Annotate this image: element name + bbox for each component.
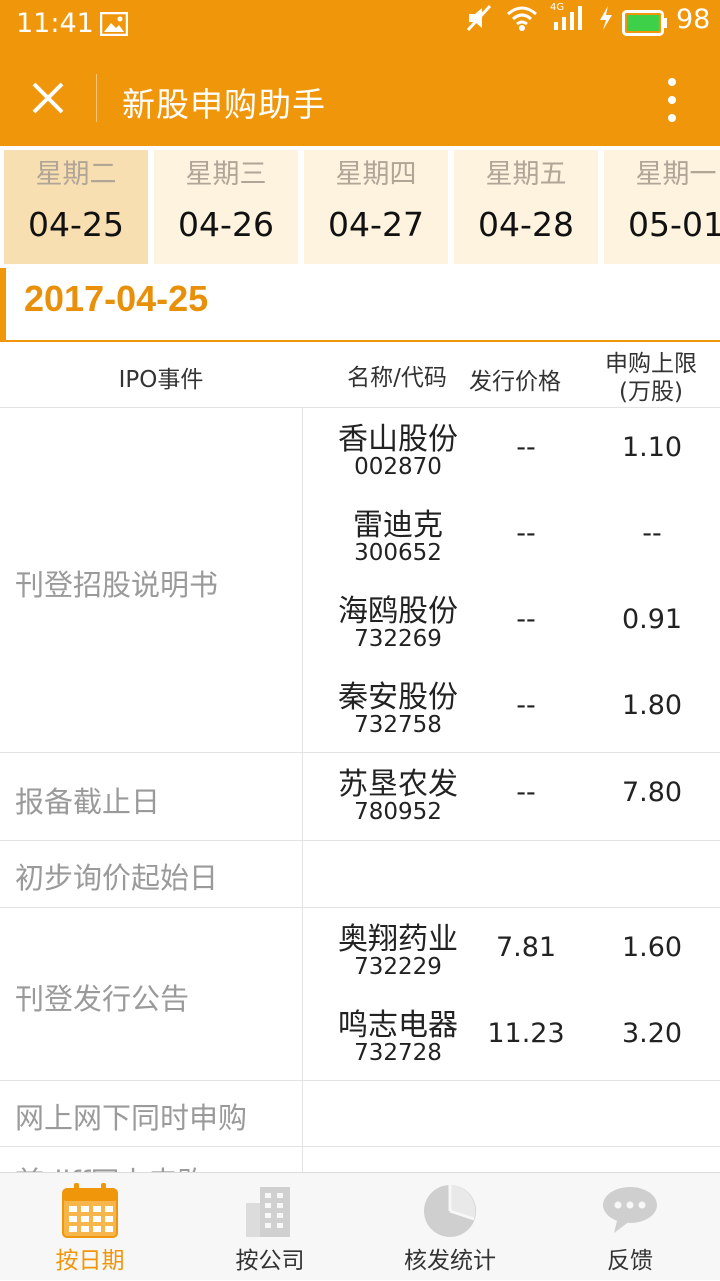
table-row: 初步询价起始日	[0, 841, 720, 908]
stock-item[interactable]: 海鸥股份 732269 -- 0.91	[303, 580, 720, 666]
day-weekday: 星期五	[485, 159, 567, 190]
stock-limit: 1.10	[621, 432, 683, 463]
stock-limit: 1.80	[621, 690, 683, 721]
tab-by-company[interactable]: 按公司	[180, 1173, 360, 1281]
stock-price: --	[516, 690, 536, 721]
app-bar-divider	[96, 74, 97, 122]
day-tab[interactable]: 星期五 04-28	[454, 150, 598, 264]
tab-issuance-stats[interactable]: 核发统计	[360, 1173, 540, 1281]
day-tab[interactable]: 星期一 05-01	[604, 150, 720, 264]
stock-limit: 1.60	[621, 932, 683, 963]
accent-bar	[0, 268, 6, 340]
charging-icon	[600, 6, 612, 30]
stock-item[interactable]: 秦安股份 732758 -- 1.80	[303, 666, 720, 752]
tab-label: 按公司	[235, 1248, 305, 1274]
table-row: 刊登招股说明书 香山股份 002870 -- 1.10 雷迪克 300652 -…	[0, 408, 720, 753]
stock-price: --	[516, 604, 536, 635]
building-icon	[246, 1187, 290, 1237]
battery-percent: 98	[676, 4, 711, 35]
tab-feedback[interactable]: 反馈	[540, 1173, 720, 1281]
table-row: 刊登发行公告 奥翔药业 732229 7.81 1.60 鸣志电器 732728…	[0, 908, 720, 1081]
event-label: 网上网下同时申购	[15, 1101, 248, 1135]
day-selector: 星期二 04-25 星期三 04-26 星期四 04-27 星期五 04-28 …	[0, 146, 720, 268]
chat-bubble-icon	[603, 1187, 657, 1233]
battery-icon	[622, 10, 667, 36]
selected-date: 2017-04-25	[24, 278, 209, 319]
day-date: 04-27	[328, 205, 424, 244]
mute-icon	[466, 4, 492, 32]
stock-limit: --	[642, 518, 662, 549]
day-tab[interactable]: 星期三 04-26	[154, 150, 298, 264]
signal-icon	[554, 6, 582, 30]
stock-item[interactable]: 香山股份 002870 -- 1.10	[303, 408, 720, 494]
page-title: 新股申购助手	[122, 85, 326, 124]
day-date: 05-01	[628, 205, 720, 244]
day-date: 04-25	[28, 205, 124, 244]
header-name: 名称/代码	[347, 365, 447, 391]
table-row: 报备截止日 苏垦农发 780952 -- 7.80	[0, 753, 720, 841]
image-notification-icon	[100, 12, 128, 36]
stock-price: 11.23	[487, 1018, 565, 1049]
stock-item[interactable]: 鸣志电器 732728 11.23 3.20	[303, 994, 720, 1080]
day-weekday: 星期一	[635, 159, 717, 190]
event-cell: 初步询价起始日	[0, 841, 303, 907]
app-bar: 新股申购助手	[0, 50, 720, 146]
event-label: 报备截止日	[15, 785, 161, 819]
event-label: 刊登发行公告	[15, 982, 190, 1016]
day-tab[interactable]: 星期四 04-27	[304, 150, 448, 264]
stock-limit: 7.80	[621, 777, 683, 808]
day-weekday: 星期三	[185, 159, 267, 190]
day-date: 04-28	[478, 205, 574, 244]
stock-item[interactable]: 苏垦农发 780952 -- 7.80	[303, 753, 720, 839]
header-event: IPO事件	[118, 367, 204, 393]
wifi-icon	[507, 6, 537, 31]
tab-label: 核发统计	[404, 1248, 496, 1274]
event-cell: 网上网下同时申购	[0, 1081, 303, 1146]
stock-item[interactable]: 雷迪克 300652 -- --	[303, 494, 720, 580]
bottom-tab-bar: 按日期 按公司 核发统计 反馈	[0, 1172, 720, 1280]
header-price: 发行价格	[469, 369, 561, 395]
stock-price: --	[516, 518, 536, 549]
more-menu-icon[interactable]	[664, 76, 680, 124]
calendar-icon	[62, 1183, 118, 1238]
status-time: 11:41	[16, 8, 94, 39]
event-label: 初步询价起始日	[15, 861, 219, 895]
event-cell: 刊登招股说明书	[0, 408, 303, 752]
tab-label: 反馈	[607, 1248, 653, 1274]
day-weekday: 星期二	[35, 159, 117, 190]
pie-chart-icon	[424, 1185, 476, 1237]
status-bar: 11:41 4G 98	[0, 0, 720, 50]
day-tab[interactable]: 星期二 04-25	[4, 150, 148, 264]
day-weekday: 星期四	[335, 159, 417, 190]
table-row: 网上网下同时申购	[0, 1081, 720, 1147]
event-cell: 刊登发行公告	[0, 908, 303, 1080]
close-icon[interactable]	[26, 76, 70, 120]
event-cell: 报备截止日	[0, 753, 303, 840]
header-limit-line2: (万股)	[619, 379, 683, 405]
stock-limit: 3.20	[621, 1018, 683, 1049]
day-date: 04-26	[178, 205, 274, 244]
stock-limit: 0.91	[621, 604, 683, 635]
tab-by-date[interactable]: 按日期	[0, 1173, 180, 1281]
stock-price: --	[516, 432, 536, 463]
stock-price: --	[516, 777, 536, 808]
tab-label: 按日期	[55, 1248, 125, 1274]
stock-price: 7.81	[495, 932, 557, 963]
event-label: 刊登招股说明书	[15, 568, 219, 602]
selected-date-header: 2017-04-25	[0, 268, 720, 342]
table-header: IPO事件 名称/代码 发行价格 申购上限 (万股)	[0, 342, 720, 408]
stock-item[interactable]: 奥翔药业 732229 7.81 1.60	[303, 908, 720, 994]
